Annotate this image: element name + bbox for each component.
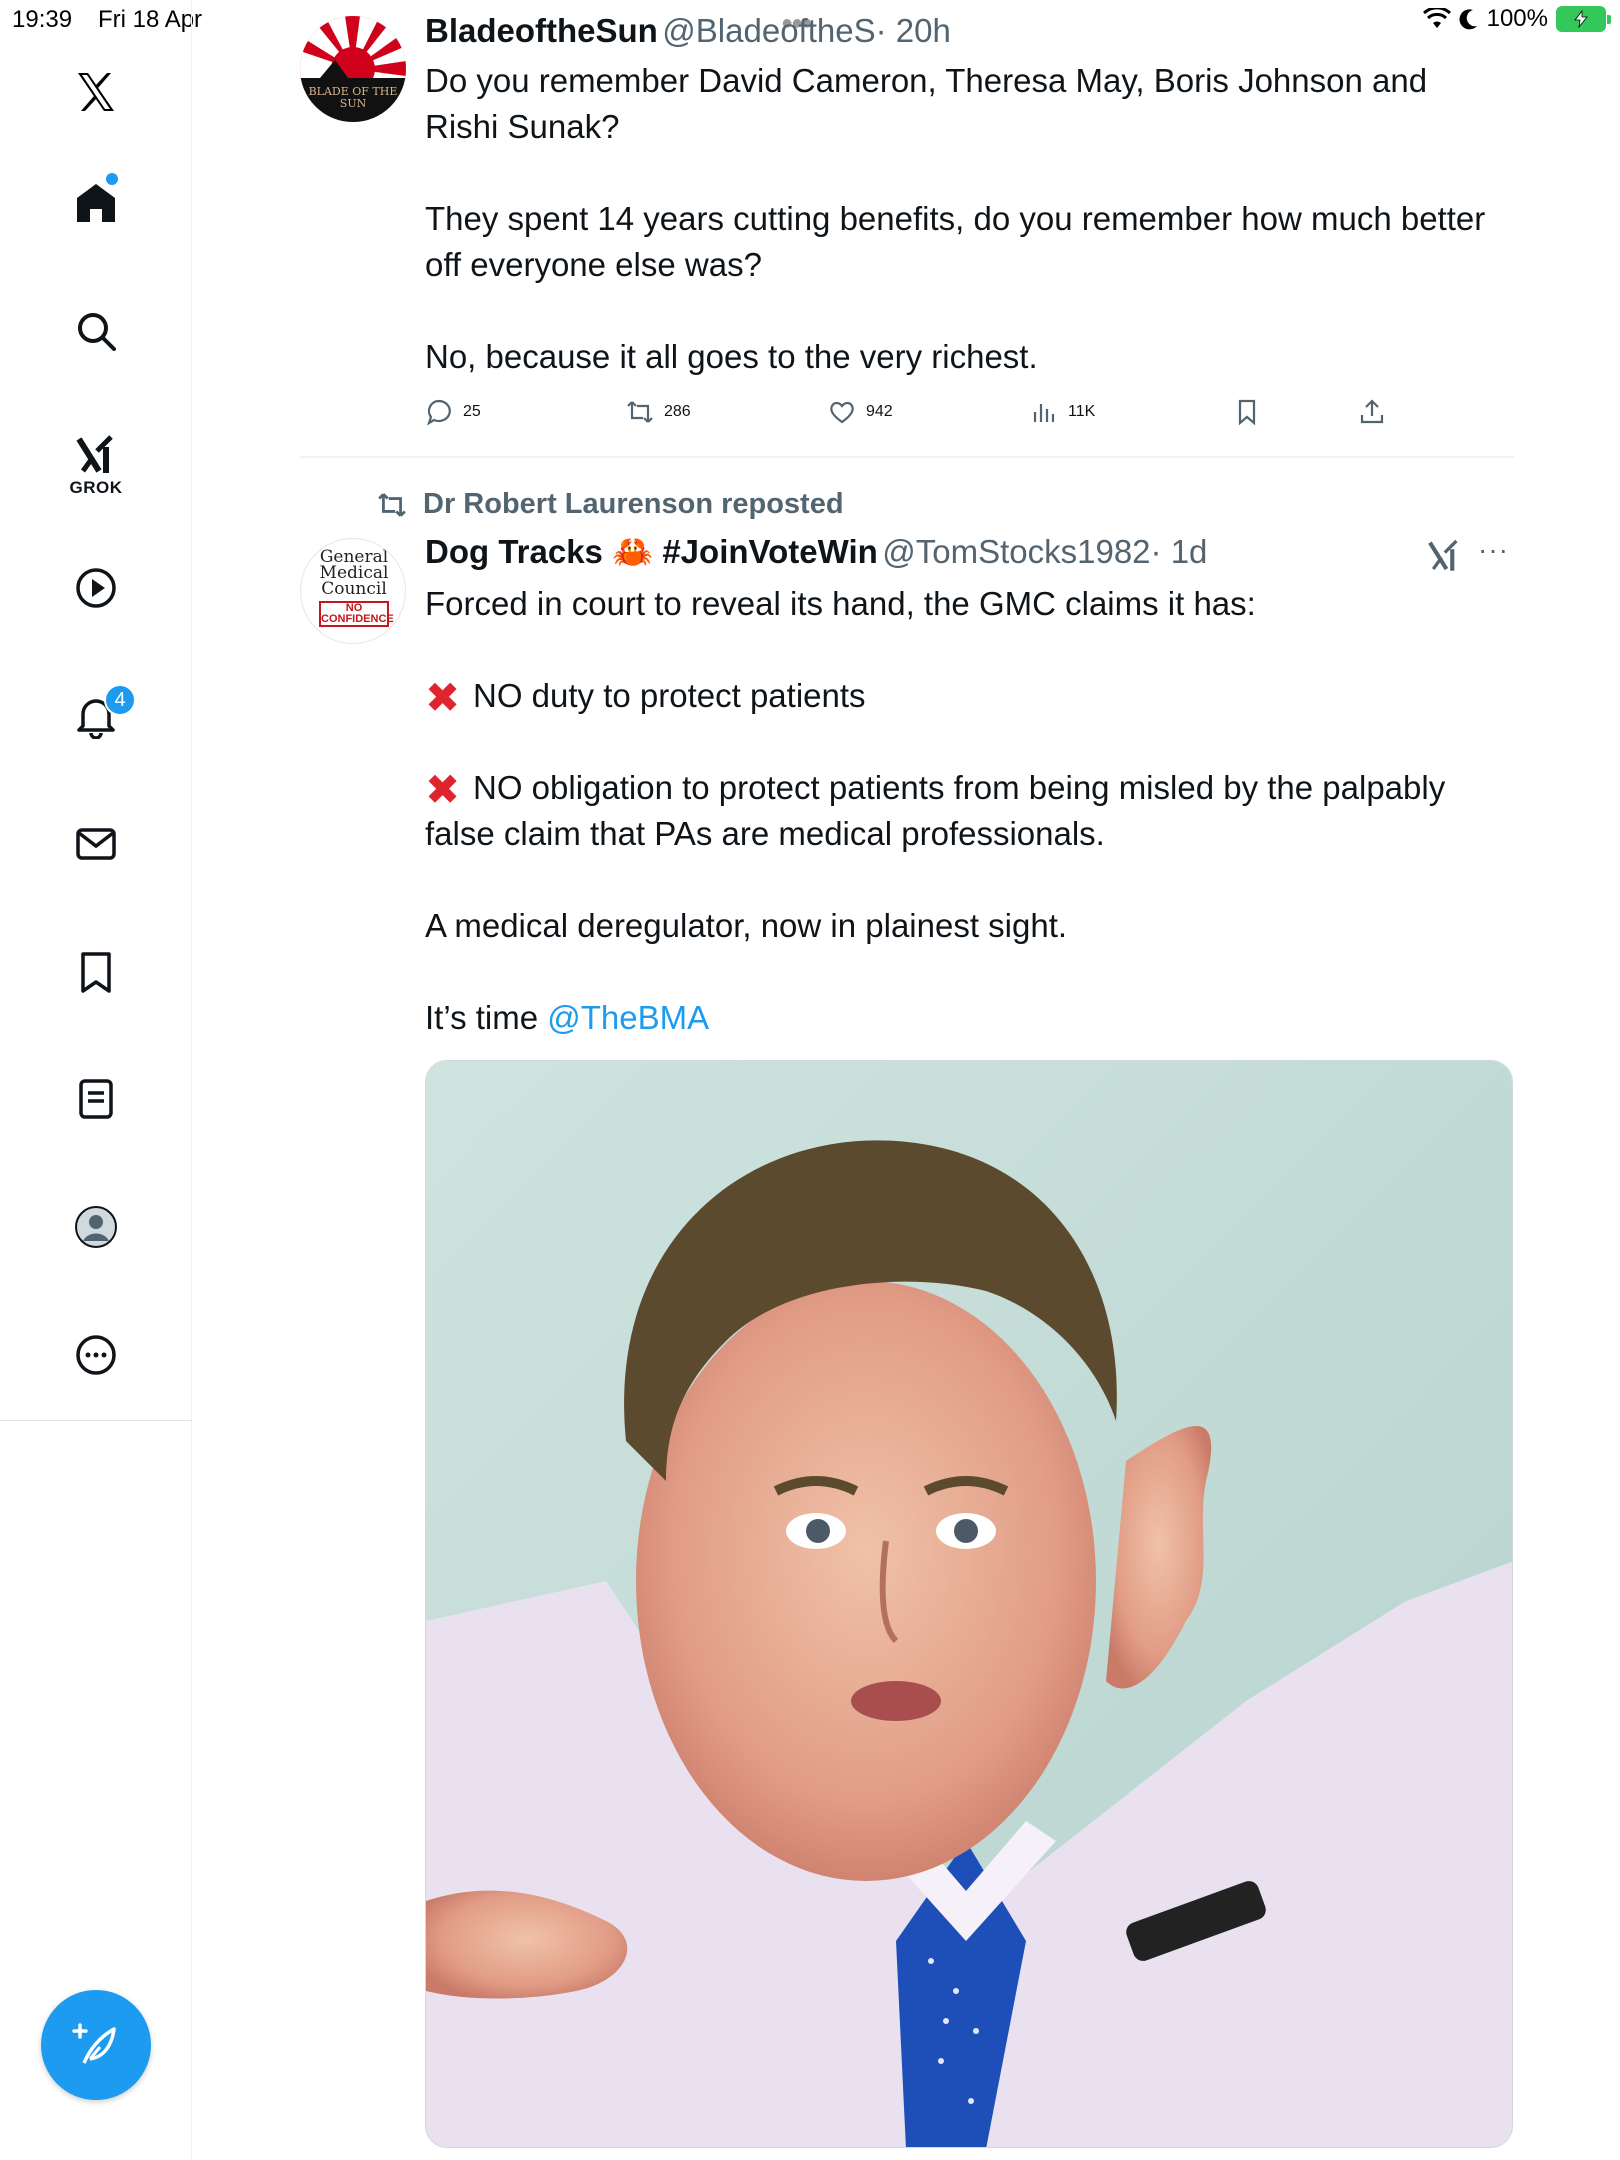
post-time[interactable]: · 20h [876,12,951,49]
repost-header[interactable]: Dr Robert Laurenson reposted [375,488,844,521]
reply-count: 25 [463,403,481,420]
tweet-line-3: A medical deregulator, now in plainest s… [425,907,1068,944]
repost-count: 286 [664,403,691,420]
red-x-icon: ✖ [425,766,461,813]
compose-feather-icon [72,2023,116,2064]
bullet-2: ✖ NO obligation to protect patients from … [425,765,1515,857]
like-button[interactable]: 942 [828,398,893,426]
bookmarks-icon[interactable] [60,936,132,1008]
bookmark-icon [1238,399,1256,426]
sidebar: GROK 4 [0,0,192,2160]
grok-label: GROK [69,478,123,497]
bullet-2-text: NO obligation to protect patients from b… [425,769,1446,852]
tweet-intro: Forced in court to reveal its hand, the … [425,585,1256,622]
tweet-body: Forced in court to reveal its hand, the … [425,581,1515,1041]
video-icon[interactable] [60,552,132,624]
author-handle[interactable]: @TomStocks1982 [882,533,1150,570]
no-confidence-stamp: NO CONFIDENCE [319,601,394,627]
tweet-text: Do you remember David Cameron, Theresa M… [425,62,1486,375]
avatar-caption: BLADE OF THE SUN [308,85,398,110]
reposted-by-label: Dr Robert Laurenson reposted [423,488,844,520]
home-unread-dot [106,173,118,185]
grok-explain-icon[interactable] [1425,536,1463,579]
moon-icon [1459,9,1477,30]
notification-count-badge: 4 [104,684,136,716]
repost-button[interactable]: 286 [626,398,691,426]
photo-of-man-shrugging [426,1061,1512,2147]
view-count: 11K [1068,403,1096,420]
share-icon [1360,399,1384,424]
battery-icon [1556,6,1611,32]
repost-icon [627,401,653,423]
tweet-line-4-prefix: It’s time [425,999,548,1036]
tweet-line-4: It’s time @TheBMA [425,995,1515,1041]
tweet-photo[interactable] [425,1060,1513,2148]
author-name[interactable]: BladeoftheSun [425,12,658,49]
lists-icon[interactable] [60,1063,132,1135]
profile-avatar-icon[interactable] [60,1191,132,1263]
reposted-icon [378,492,406,517]
home-icon[interactable] [60,166,132,238]
views-chart-icon [1033,404,1055,422]
messages-icon[interactable] [60,808,132,880]
bookmark-button[interactable] [1233,398,1261,426]
avatar-line-council: Council [321,579,387,599]
more-menu-icon[interactable]: ··· [1478,534,1509,566]
search-icon[interactable] [60,295,132,367]
share-button[interactable] [1358,398,1386,426]
sidebar-divider [0,1420,192,1421]
x-logo-icon[interactable] [60,56,132,128]
post-time[interactable]: · 1d [1151,533,1208,570]
reply-icon [427,399,451,426]
avatar-bladeofthesun[interactable]: BLADE OF THE SUN [300,16,406,122]
reply-button[interactable]: 25 [425,398,481,426]
more-options-icon[interactable] [60,1319,132,1391]
red-x-icon: ✖ [425,674,461,721]
mention-thebma[interactable]: @TheBMA [547,999,709,1036]
stamp-confidence: CONFIDENCE [321,613,394,625]
views-button[interactable]: 11K [1030,398,1095,426]
author-name[interactable]: Dog Tracks 🦀 #JoinVoteWin [425,533,878,570]
tweet-separator [300,456,1514,458]
wifi-icon [1422,8,1451,28]
heart-icon [830,401,854,424]
avatar-dogtracks[interactable]: General Medical Council NO CONFIDENCE [300,538,406,644]
like-count: 942 [866,403,893,420]
battery-percent: 100% [1486,5,1548,32]
author-handle[interactable]: @BladeoftheS [662,12,875,49]
bullet-1: ✖ NO duty to protect patients [425,673,1515,719]
compose-post-button[interactable] [41,1990,151,2100]
bullet-1-text: NO duty to protect patients [473,677,866,714]
